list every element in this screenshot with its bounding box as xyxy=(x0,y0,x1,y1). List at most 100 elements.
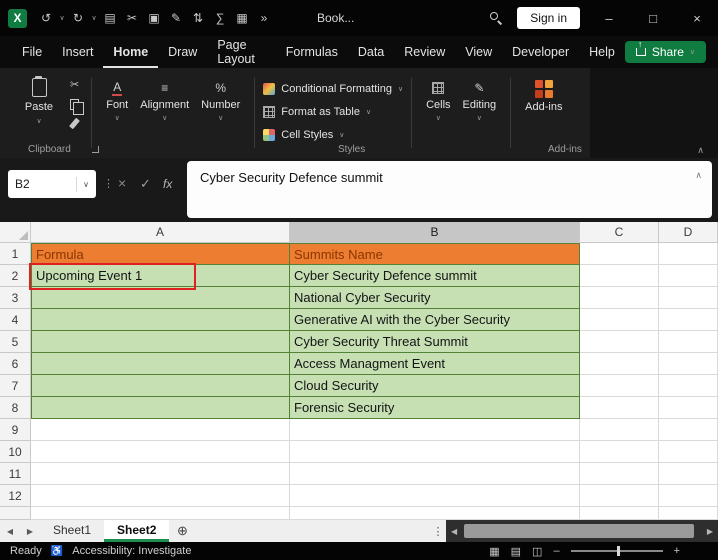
maximize-icon[interactable]: □ xyxy=(638,11,668,26)
collapse-formula-bar-icon[interactable]: ∧ xyxy=(695,170,702,181)
cell-D8[interactable] xyxy=(659,397,718,419)
row-header-10[interactable]: 10 xyxy=(0,441,31,463)
undo-icon[interactable]: ↺ xyxy=(35,11,57,25)
cell-C3[interactable] xyxy=(580,287,659,309)
formula-bar-handle-icon[interactable]: ⋮ xyxy=(103,177,114,190)
insert-function-icon[interactable]: fx xyxy=(163,177,172,191)
more-commands-icon[interactable]: » xyxy=(253,11,275,25)
number-group-button[interactable]: % Number ∨ xyxy=(195,76,246,122)
cell-D4[interactable] xyxy=(659,309,718,331)
row-header-8[interactable]: 8 xyxy=(0,397,31,419)
horizontal-scrollbar[interactable]: ◀ ▶ xyxy=(446,520,718,542)
sort-icon[interactable]: ⇅ xyxy=(187,11,209,25)
cell-A12[interactable] xyxy=(31,485,290,507)
cell-A2[interactable]: Upcoming Event 1 xyxy=(31,265,290,287)
format-painter-icon[interactable] xyxy=(69,118,80,130)
row-header-1[interactable]: 1 xyxy=(0,243,31,265)
tab-developer[interactable]: Developer xyxy=(502,37,579,68)
cell-B7[interactable]: Cloud Security xyxy=(290,375,580,397)
cell-C7[interactable] xyxy=(580,375,659,397)
tab-formulas[interactable]: Formulas xyxy=(276,37,348,68)
normal-view-icon[interactable]: ▦ xyxy=(489,545,499,558)
cell-D6[interactable] xyxy=(659,353,718,375)
cell-C6[interactable] xyxy=(580,353,659,375)
cell-A3[interactable] xyxy=(31,287,290,309)
scroll-left-icon[interactable]: ◀ xyxy=(451,527,457,536)
cell-D7[interactable] xyxy=(659,375,718,397)
undo-dropdown-icon[interactable]: ∨ xyxy=(57,14,67,22)
zoom-slider[interactable] xyxy=(571,550,663,552)
cell-A11[interactable] xyxy=(31,463,290,485)
sign-in-button[interactable]: Sign in xyxy=(517,7,580,29)
sheet-nav-right-icon[interactable]: ▶ xyxy=(20,520,40,542)
zoom-in-icon[interactable]: + xyxy=(674,545,680,557)
sheet-tab-sheet2[interactable]: Sheet2 xyxy=(104,520,169,542)
cell-A10[interactable] xyxy=(31,441,290,463)
cell-B9[interactable] xyxy=(290,419,580,441)
cut-icon[interactable]: ✂ xyxy=(70,80,79,91)
copy-icon[interactable] xyxy=(70,99,79,110)
minimize-icon[interactable]: – xyxy=(594,11,624,26)
cell-C12[interactable] xyxy=(580,485,659,507)
paste-button[interactable]: Paste ∨ xyxy=(16,76,62,125)
cell-D12[interactable] xyxy=(659,485,718,507)
row-header-7[interactable]: 7 xyxy=(0,375,31,397)
conditional-formatting-button[interactable]: Conditional Formatting ∨ xyxy=(263,78,403,99)
font-group-button[interactable]: A Font ∨ xyxy=(100,76,134,122)
cell-D2[interactable] xyxy=(659,265,718,287)
cell-B10[interactable] xyxy=(290,441,580,463)
row-header-11[interactable]: 11 xyxy=(0,463,31,485)
close-icon[interactable]: × xyxy=(682,11,712,26)
sheet-tab-sheet1[interactable]: Sheet1 xyxy=(40,520,104,542)
cell-C8[interactable] xyxy=(580,397,659,419)
cell-B8[interactable]: Forensic Security xyxy=(290,397,580,419)
row-header-6[interactable]: 6 xyxy=(0,353,31,375)
row-header-12[interactable]: 12 xyxy=(0,485,31,507)
name-box[interactable]: B2 ∨ xyxy=(8,170,96,198)
cell-C5[interactable] xyxy=(580,331,659,353)
cell-A1[interactable]: Formula xyxy=(31,243,290,265)
cell-D1[interactable] xyxy=(659,243,718,265)
cell-D5[interactable] xyxy=(659,331,718,353)
column-header-c[interactable]: C xyxy=(580,222,659,243)
page-break-view-icon[interactable]: ◫ xyxy=(532,545,542,558)
sheet-tab-overflow-icon[interactable]: ⋮ xyxy=(430,520,446,542)
alignment-group-button[interactable]: ≡ Alignment ∨ xyxy=(134,76,195,122)
table-icon[interactable]: ▦ xyxy=(231,11,253,25)
cell-A6[interactable] xyxy=(31,353,290,375)
cell-B11[interactable] xyxy=(290,463,580,485)
cut-icon[interactable]: ✂ xyxy=(121,11,143,25)
cells-group-button[interactable]: Cells ∨ xyxy=(420,76,456,122)
column-header-a[interactable]: A xyxy=(31,222,290,243)
cell-D3[interactable] xyxy=(659,287,718,309)
format-as-table-button[interactable]: Format as Table ∨ xyxy=(263,101,403,122)
cell-A9[interactable] xyxy=(31,419,290,441)
clipboard-icon[interactable]: ▤ xyxy=(99,11,121,25)
cell-C1[interactable] xyxy=(580,243,659,265)
cell-B6[interactable]: Access Managment Event xyxy=(290,353,580,375)
tab-home[interactable]: Home xyxy=(103,37,158,68)
accessibility-status[interactable]: Accessibility: Investigate xyxy=(72,545,191,557)
cell-A8[interactable] xyxy=(31,397,290,419)
tab-file[interactable]: File xyxy=(12,37,52,68)
cell-D9[interactable] xyxy=(659,419,718,441)
cell-D11[interactable] xyxy=(659,463,718,485)
column-header-d[interactable]: D xyxy=(659,222,718,243)
zoom-out-icon[interactable]: – xyxy=(553,545,559,557)
cell-C11[interactable] xyxy=(580,463,659,485)
enter-icon[interactable]: ✓ xyxy=(140,176,151,192)
copy-icon[interactable]: ▣ xyxy=(143,11,165,25)
row-header-3[interactable]: 3 xyxy=(0,287,31,309)
row-header-4[interactable]: 4 xyxy=(0,309,31,331)
cell-A7[interactable] xyxy=(31,375,290,397)
cell-C10[interactable] xyxy=(580,441,659,463)
tab-data[interactable]: Data xyxy=(348,37,394,68)
format-painter-icon[interactable]: ✎ xyxy=(165,11,187,25)
cancel-icon[interactable]: × xyxy=(118,175,126,191)
row-header-9[interactable]: 9 xyxy=(0,419,31,441)
tab-help[interactable]: Help xyxy=(579,37,625,68)
cell-B2[interactable]: Cyber Security Defence summit xyxy=(290,265,580,287)
scrollbar-track[interactable] xyxy=(462,520,702,542)
cell-B5[interactable]: Cyber Security Threat Summit xyxy=(290,331,580,353)
search-icon[interactable] xyxy=(489,11,503,25)
